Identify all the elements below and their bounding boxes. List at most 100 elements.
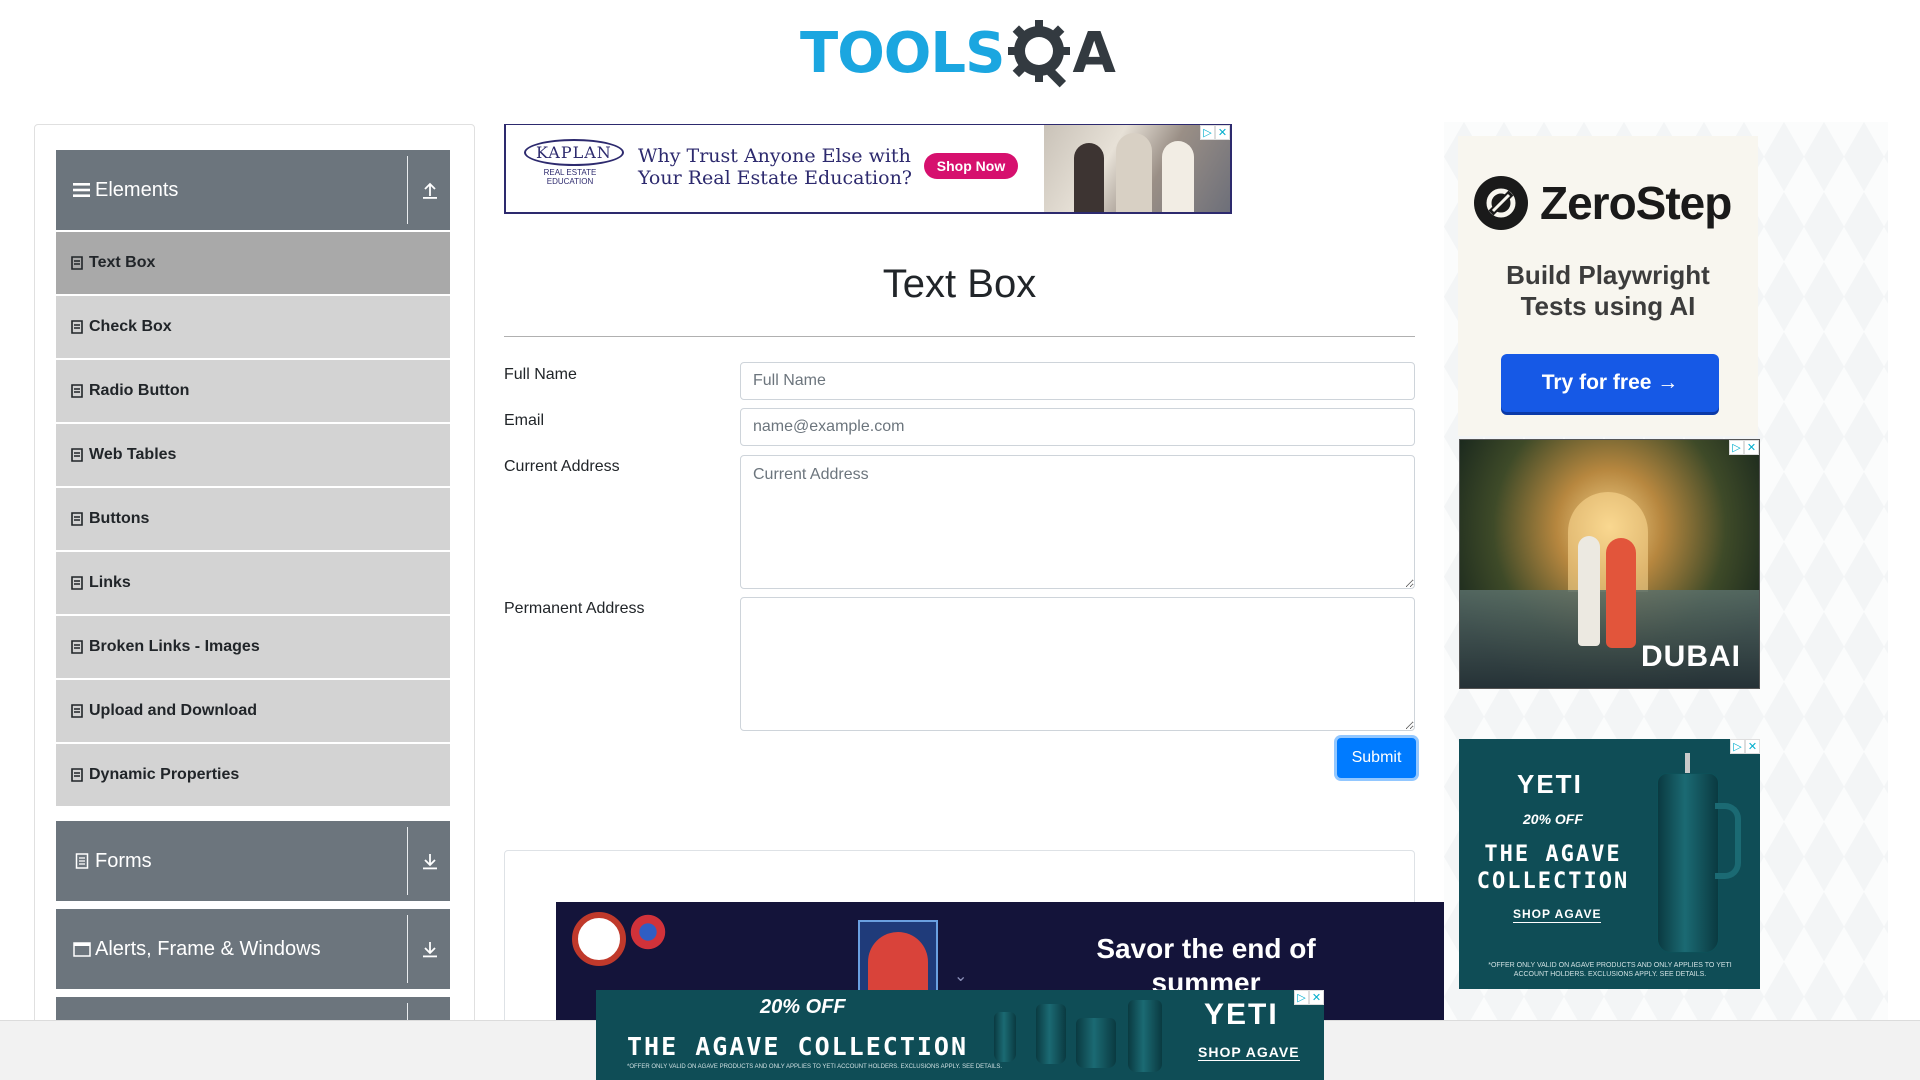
decorative-dots [618, 902, 678, 962]
elements-menu-list: Text Box Check Box Radio Button Web Tabl… [56, 232, 450, 806]
lavazza-copy-line1: Savor the end of [1096, 933, 1316, 964]
full-name-input[interactable] [740, 362, 1415, 400]
zerostep-copy-line1: Build Playwright [1506, 260, 1710, 290]
yeti-fine-print: *OFFER ONLY VALID ON AGAVE PRODUCTS AND … [627, 1064, 1003, 1070]
ad-close-icon[interactable]: ✕ [1744, 440, 1759, 455]
try-for-free-button[interactable]: Try for free → [1501, 354, 1719, 412]
menu-item-label: Check Box [89, 318, 172, 335]
yeti-brand: YETI [1204, 998, 1279, 1031]
photo-person [1162, 141, 1194, 212]
menu-item-links[interactable]: Links [56, 552, 450, 614]
group-title-forms: Forms [95, 849, 152, 872]
email-input[interactable] [740, 408, 1415, 446]
document-icon [71, 512, 83, 526]
document-icon [71, 704, 83, 718]
tumbler-image [1036, 1004, 1066, 1064]
yeti-headline-line1: THE AGAVE [1484, 842, 1622, 867]
zerostep-mark-icon [1474, 176, 1528, 230]
chevron-down-icon[interactable]: ⌄ [954, 966, 967, 986]
submit-button[interactable]: Submit [1337, 738, 1416, 778]
adchoices-info-icon[interactable]: ▷ [1729, 440, 1744, 455]
menu-item-buttons[interactable]: Buttons [56, 488, 450, 550]
group-title-alerts: Alerts, Frame & Windows [95, 937, 321, 960]
ad-close-icon[interactable]: ✕ [1745, 739, 1760, 754]
adchoices: ▷ ✕ [1730, 739, 1760, 754]
adchoices: ▷ ✕ [1294, 990, 1324, 1005]
menu-item-check-box[interactable]: Check Box [56, 296, 450, 358]
dubai-person [1606, 538, 1636, 648]
document-icon [71, 384, 83, 398]
yeti-side-ad[interactable]: YETI 20% OFF THE AGAVE COLLECTION SHOP A… [1459, 739, 1760, 989]
permanent-address-textarea[interactable] [740, 597, 1415, 731]
kaplan-ad-copy: Why Trust Anyone Else with Your Real Est… [638, 145, 912, 189]
yeti-headline-line2: COLLECTION [1476, 869, 1630, 894]
collapse-arrow-icon[interactable] [422, 181, 438, 199]
logo-a-text: A [1072, 20, 1115, 86]
dubai-person [1578, 536, 1600, 646]
yeti-offer: 20% OFF [760, 996, 846, 1018]
dubai-ad[interactable]: DUBAI ▷ ✕ [1459, 439, 1760, 689]
zerostep-name: ZeroStep [1540, 177, 1732, 229]
current-address-textarea[interactable] [740, 455, 1415, 589]
yeti-headline: THE AGAVE COLLECTION [1473, 841, 1633, 895]
menu-item-dynamic-properties[interactable]: Dynamic Properties [56, 744, 450, 806]
adchoices-info-icon[interactable]: ▷ [1730, 739, 1745, 754]
yeti-brand: YETI [1517, 769, 1583, 799]
kaplan-copy-line2: Your Real Estate Education? [638, 167, 912, 189]
ad-close-icon[interactable]: ✕ [1309, 990, 1324, 1005]
document-icon [71, 256, 83, 270]
page-title: Text Box [882, 262, 1037, 306]
group-divider [407, 156, 408, 224]
tumbler-image [1076, 1018, 1116, 1068]
title-divider [504, 336, 1415, 337]
menu-item-label: Text Box [89, 254, 156, 271]
adchoices-info-icon[interactable]: ▷ [1200, 125, 1215, 140]
adchoices-info-icon[interactable]: ▷ [1294, 990, 1309, 1005]
kaplan-banner-ad[interactable]: KAPLAN REAL ESTATE EDUCATION Why Trust A… [504, 124, 1232, 214]
document-icon [71, 768, 83, 782]
group-elements: Elements Text Box Check Box Radio Button… [56, 150, 450, 806]
expand-arrow-icon[interactable] [422, 940, 438, 958]
expand-arrow-icon[interactable] [422, 852, 438, 870]
menu-item-label: Broken Links - Images [89, 638, 260, 655]
kaplan-copy-line1: Why Trust Anyone Else with [638, 145, 911, 167]
yeti-offer: 20% OFF [1523, 811, 1583, 827]
document-icon [71, 320, 83, 334]
ad-close-icon[interactable]: ✕ [1215, 125, 1230, 140]
menu-item-label: Web Tables [89, 446, 177, 463]
document-icon [71, 576, 83, 590]
tumbler-image [1128, 1000, 1162, 1072]
menu-item-web-tables[interactable]: Web Tables [56, 424, 450, 486]
menu-item-label: Links [89, 574, 131, 591]
menu-item-label: Dynamic Properties [89, 766, 240, 783]
tumbler-image [994, 1012, 1016, 1062]
yeti-fine-print: *OFFER ONLY VALID ON AGAVE PRODUCTS AND … [1488, 962, 1732, 978]
menu-item-radio-button[interactable]: Radio Button [56, 360, 450, 422]
adchoices: ▷ ✕ [1200, 125, 1230, 140]
zerostep-logo: ZeroStep [1474, 176, 1732, 230]
kaplan-logo-text: KAPLAN [524, 139, 624, 166]
yeti-bottom-ad[interactable]: 20% OFF THE AGAVE COLLECTION *OFFER ONLY… [596, 990, 1324, 1080]
photo-person [1074, 143, 1104, 212]
zerostep-copy: Build Playwright Tests using AI [1458, 260, 1758, 322]
group-divider [407, 827, 408, 895]
tumbler-image [1657, 773, 1719, 953]
kaplan-shop-now-button[interactable]: Shop Now [924, 153, 1018, 179]
menu-item-broken-links[interactable]: Broken Links - Images [56, 616, 450, 678]
group-alerts-frame-windows: Alerts, Frame & Windows [56, 909, 450, 989]
left-sidebar: Elements Text Box Check Box Radio Button… [34, 124, 475, 1080]
group-header-alerts[interactable]: Alerts, Frame & Windows [56, 909, 450, 989]
menu-item-upload-download[interactable]: Upload and Download [56, 680, 450, 742]
group-header-forms[interactable]: Forms [56, 821, 450, 901]
yeti-shop-link[interactable]: SHOP AGAVE [1198, 1044, 1300, 1061]
menu-item-text-box[interactable]: Text Box [56, 232, 450, 294]
yeti-shop-link[interactable]: SHOP AGAVE [1513, 907, 1602, 923]
kaplan-logo: KAPLAN REAL ESTATE EDUCATION [524, 139, 624, 186]
current-address-label: Current Address [504, 458, 620, 475]
zerostep-ad[interactable]: ZeroStep Build Playwright Tests using AI… [1458, 136, 1758, 436]
document-icon [71, 640, 83, 654]
photo-person [1116, 133, 1152, 212]
group-header-elements[interactable]: Elements [56, 150, 450, 230]
toolsqa-logo[interactable]: TOOLS A [800, 14, 1116, 92]
group-forms: Forms [56, 821, 450, 901]
